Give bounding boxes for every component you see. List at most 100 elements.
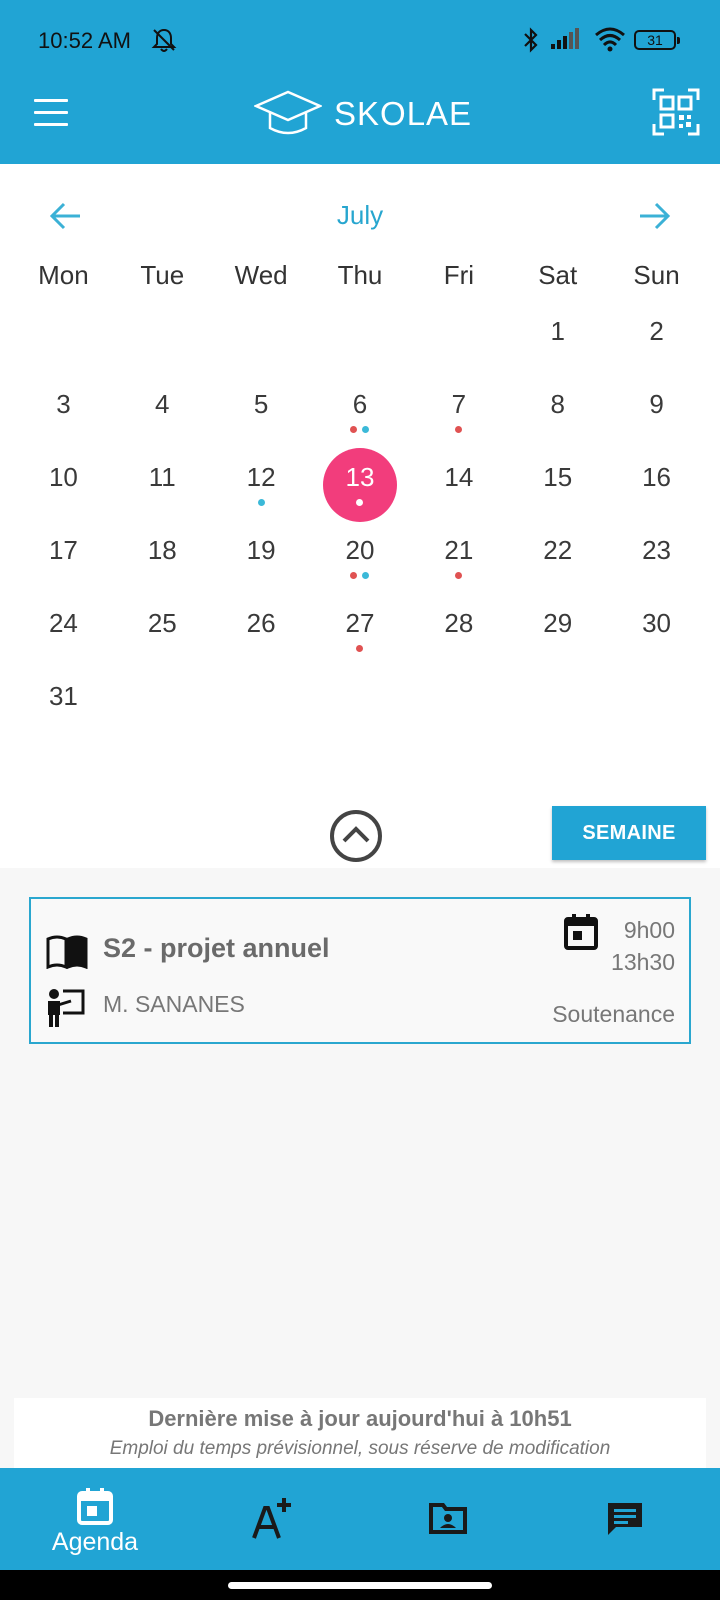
day-number: 15: [543, 462, 573, 492]
empty-day-cell: [113, 298, 212, 371]
bluetooth-icon: [522, 26, 540, 59]
day-cell[interactable]: 9: [607, 371, 706, 444]
event-card[interactable]: S2 - projet annuel M. SANANES 9h00 13h30…: [29, 897, 691, 1044]
day-cell[interactable]: 28: [409, 590, 508, 663]
empty-day-cell: [212, 298, 311, 371]
week-view-button[interactable]: SEMAINE: [552, 806, 706, 860]
day-number: 19: [246, 535, 276, 565]
day-cell[interactable]: 8: [508, 371, 607, 444]
day-number: 27: [345, 608, 375, 638]
book-icon: [45, 933, 89, 974]
day-number: 29: [543, 608, 573, 638]
day-cell[interactable]: 21: [409, 517, 508, 590]
app-bar: SKOLAE: [0, 80, 720, 164]
day-cell[interactable]: 20: [311, 517, 410, 590]
day-cell[interactable]: 19: [212, 517, 311, 590]
event-dots: [311, 572, 410, 579]
day-number: 24: [48, 608, 78, 638]
month-calendar: July Mon Tue Wed Thu Fri Sat Sun 1234567…: [0, 164, 720, 868]
day-number: 16: [642, 462, 672, 492]
day-cell[interactable]: 4: [113, 371, 212, 444]
nav-messages[interactable]: [535, 1468, 715, 1570]
day-cell[interactable]: 24: [14, 590, 113, 663]
status-time: 10:52 AM: [38, 28, 131, 53]
day-cell[interactable]: 23: [607, 517, 706, 590]
event-dots: [311, 645, 410, 652]
graduation-cap-icon: [254, 90, 322, 135]
home-gesture-pill[interactable]: [228, 1582, 492, 1589]
day-cell-today[interactable]: 13: [311, 444, 410, 522]
mute-bell-icon: [150, 26, 178, 59]
weekday-label: Wed: [234, 260, 288, 290]
day-number: 31: [48, 681, 78, 711]
event-dot: [455, 426, 463, 433]
day-cell[interactable]: 7: [409, 371, 508, 444]
qr-code-icon[interactable]: [652, 88, 700, 136]
event-dots: [409, 572, 508, 579]
empty-day-cell: [409, 298, 508, 371]
day-cell[interactable]: 3: [14, 371, 113, 444]
day-number: 9: [649, 389, 664, 419]
status-bar: 10:52 AM 31: [0, 0, 720, 80]
weekday-label: Thu: [337, 260, 383, 290]
event-dot: [362, 572, 370, 579]
day-cell[interactable]: 26: [212, 590, 311, 663]
event-dots: [409, 426, 508, 433]
system-navigation-bar: [0, 1570, 720, 1600]
event-title: S2 - projet annuel: [103, 933, 330, 963]
event-start-time: 9h00: [623, 917, 675, 943]
month-title: July: [336, 200, 384, 230]
day-cell[interactable]: 17: [14, 517, 113, 590]
nav-agenda[interactable]: Agenda: [5, 1468, 185, 1570]
weekday-label: Sun: [633, 260, 680, 290]
day-cell[interactable]: 10: [14, 444, 113, 517]
day-cell[interactable]: 31: [14, 663, 113, 736]
day-number: 12: [246, 462, 276, 492]
day-cell[interactable]: 15: [508, 444, 607, 517]
collapse-calendar-icon[interactable]: [328, 808, 384, 864]
day-cell[interactable]: 22: [508, 517, 607, 590]
day-number: 17: [48, 535, 78, 565]
day-cell[interactable]: 16: [607, 444, 706, 517]
empty-day-cell: [14, 298, 113, 371]
weekday-label: Sat: [538, 260, 578, 290]
event-end-time: 13h30: [611, 949, 675, 975]
hamburger-menu-icon[interactable]: [34, 99, 70, 129]
day-number: 22: [543, 535, 573, 565]
teacher-icon: [45, 987, 87, 1034]
event-dots: [212, 499, 311, 506]
day-cell[interactable]: 25: [113, 590, 212, 663]
nav-label: Agenda: [51, 1528, 139, 1556]
event-dot: [356, 645, 364, 652]
nav-grades[interactable]: [182, 1468, 362, 1570]
calendar-small-icon: [563, 913, 599, 956]
day-grid: 1 2 3 4 5 6 7 8 9 10 11 12 13 14 15 16 17 18 19 20 21 22 23 24 2…: [14, 298, 706, 736]
documents-folder-icon: [428, 1500, 468, 1541]
nav-documents[interactable]: [358, 1468, 538, 1570]
day-cell[interactable]: 5: [212, 371, 311, 444]
brand-name: SKOLAE: [334, 95, 473, 132]
day-cell[interactable]: 12: [212, 444, 311, 517]
day-number: 26: [246, 608, 276, 638]
event-dots: [311, 426, 410, 433]
day-number: 14: [444, 462, 474, 492]
day-cell[interactable]: 30: [607, 590, 706, 663]
weekday-label: Mon: [38, 260, 89, 290]
day-number: 8: [550, 389, 565, 419]
signal-icon: [551, 28, 585, 55]
next-month-arrow-icon[interactable]: [634, 196, 674, 236]
grades-icon: [252, 1496, 294, 1545]
day-cell[interactable]: 1: [508, 298, 607, 371]
day-cell[interactable]: 11: [113, 444, 212, 517]
day-cell[interactable]: 18: [113, 517, 212, 590]
day-cell[interactable]: 2: [607, 298, 706, 371]
day-cell[interactable]: 29: [508, 590, 607, 663]
day-number: 20: [345, 535, 375, 565]
day-number: 23: [642, 535, 672, 565]
day-cell[interactable]: 14: [409, 444, 508, 517]
day-cell[interactable]: 27: [311, 590, 410, 663]
day-number: 7: [451, 389, 467, 419]
day-cell[interactable]: 6: [311, 371, 410, 444]
app-logo: SKOLAE: [254, 86, 472, 142]
calendar-icon: [75, 1486, 115, 1531]
